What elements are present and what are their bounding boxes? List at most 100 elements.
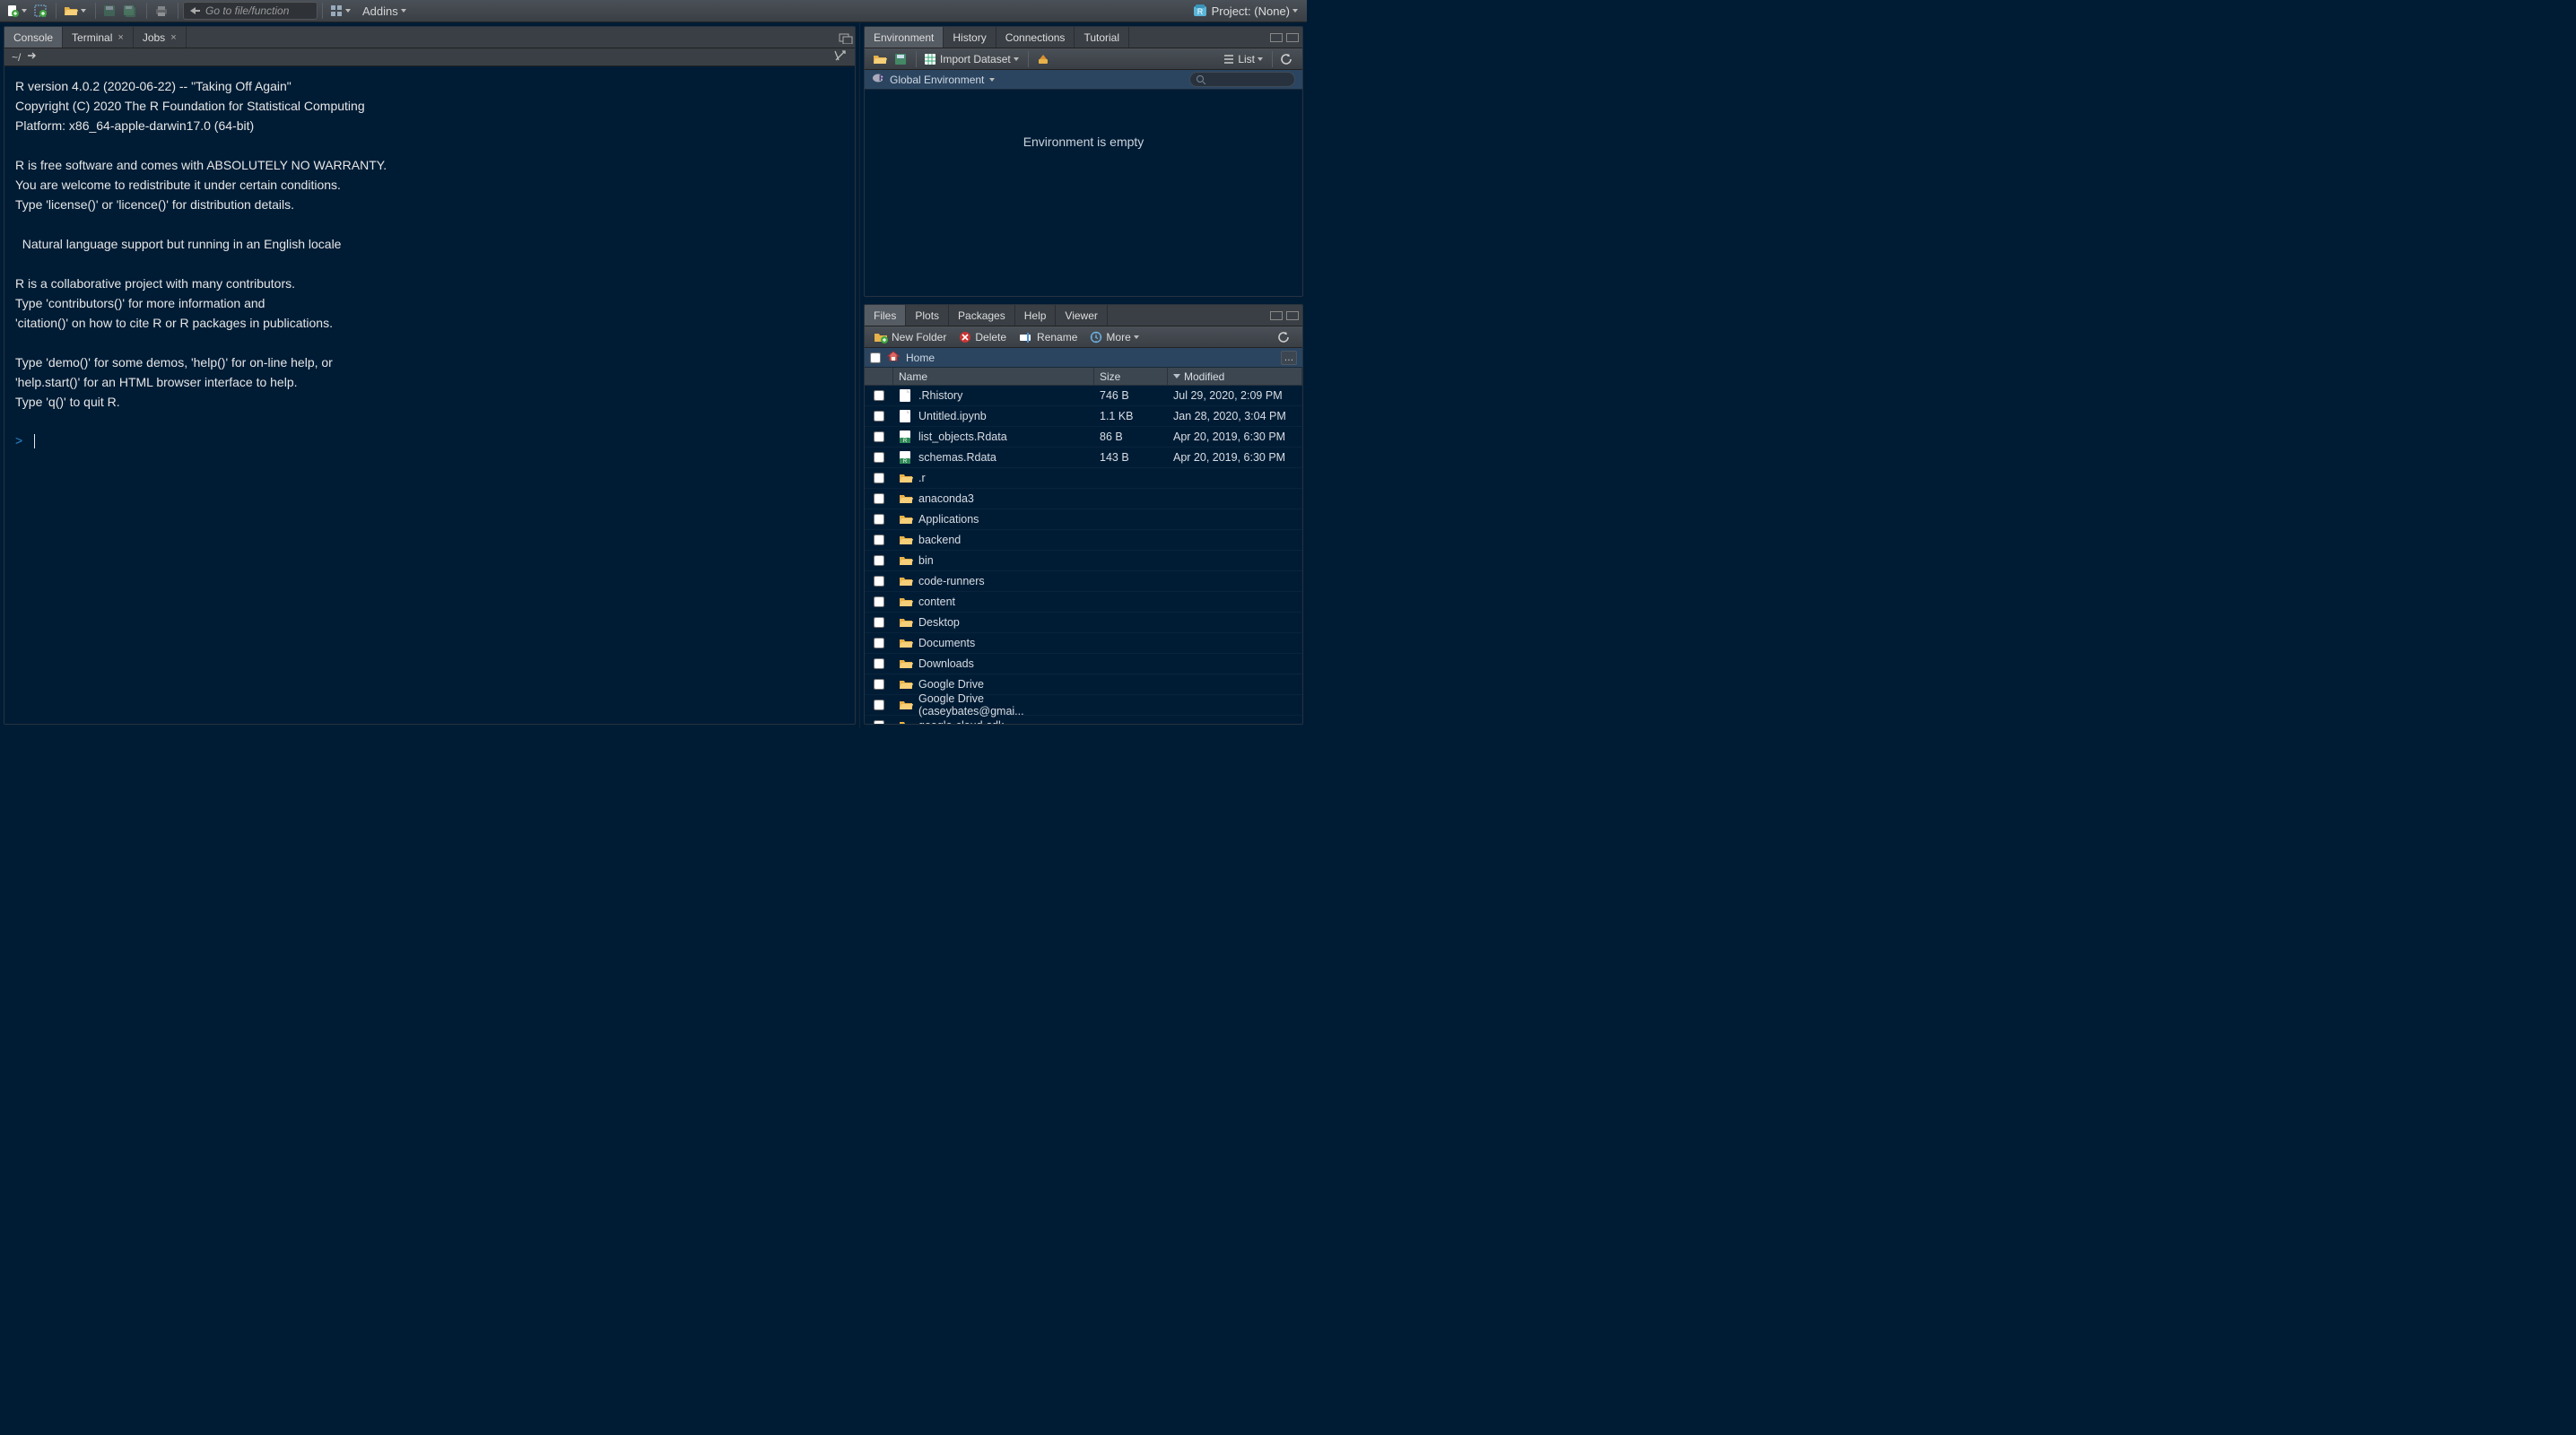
rename-button[interactable]: Rename <box>1014 328 1083 346</box>
breadcrumb-home[interactable]: Home <box>906 352 935 364</box>
file-checkbox[interactable] <box>874 679 884 690</box>
column-modified[interactable]: Modified <box>1168 368 1302 385</box>
close-tab-icon[interactable]: × <box>170 32 176 43</box>
save-all-button[interactable] <box>120 2 140 20</box>
file-row[interactable]: Rlist_objects.Rdata86 BApr 20, 2019, 6:3… <box>865 427 1302 448</box>
select-all-checkbox[interactable] <box>870 352 881 363</box>
file-row[interactable]: code-runners <box>865 571 1302 592</box>
file-checkbox[interactable] <box>874 720 884 724</box>
project-icon: R <box>1193 4 1207 18</box>
breadcrumb-more-button[interactable]: … <box>1281 351 1297 365</box>
delete-button[interactable]: Delete <box>953 328 1012 346</box>
files-tab-plots[interactable]: Plots <box>906 305 949 326</box>
file-row[interactable]: google-cloud-sdk <box>865 716 1302 724</box>
open-file-button[interactable] <box>61 2 89 20</box>
file-row[interactable]: .r <box>865 468 1302 489</box>
file-checkbox[interactable] <box>874 555 884 566</box>
project-menu[interactable]: R Project: (None) <box>1188 4 1303 18</box>
file-checkbox[interactable] <box>874 576 884 587</box>
home-icon[interactable] <box>886 350 901 365</box>
import-dataset-button[interactable]: Import Dataset <box>921 50 1022 68</box>
new-folder-button[interactable]: New Folder <box>868 328 952 346</box>
minimize-pane-icon[interactable] <box>1270 33 1283 42</box>
file-row[interactable]: bin <box>865 551 1302 571</box>
file-row[interactable]: backend <box>865 530 1302 551</box>
file-row[interactable]: content <box>865 592 1302 613</box>
addins-button[interactable]: Addins <box>355 2 413 20</box>
env-tab-environment[interactable]: Environment <box>865 27 944 48</box>
rename-label: Rename <box>1037 331 1077 344</box>
file-row[interactable]: Google Drive (caseybates@gmai... <box>865 695 1302 716</box>
list-view-button[interactable]: List <box>1221 50 1266 68</box>
file-checkbox[interactable] <box>874 514 884 525</box>
file-row[interactable]: anaconda3 <box>865 489 1302 509</box>
file-checkbox[interactable] <box>874 473 884 483</box>
file-checkbox[interactable] <box>874 452 884 463</box>
maximize-pane-icon[interactable] <box>1286 33 1299 42</box>
file-row[interactable]: Applications <box>865 509 1302 530</box>
file-row[interactable]: Desktop <box>865 613 1302 633</box>
file-checkbox[interactable] <box>874 535 884 545</box>
console-tab-jobs[interactable]: Jobs× <box>134 27 187 48</box>
console-output[interactable]: R version 4.0.2 (2020-06-22) -- "Taking … <box>4 66 855 724</box>
goto-dir-icon[interactable] <box>26 50 39 64</box>
column-name[interactable]: Name <box>893 368 1094 385</box>
file-row[interactable]: Rschemas.Rdata143 BApr 20, 2019, 6:30 PM <box>865 448 1302 468</box>
console-tab-console[interactable]: Console <box>4 27 63 48</box>
file-checkbox[interactable] <box>874 658 884 669</box>
files-toolbar: New Folder Delete Rename More <box>865 326 1302 348</box>
new-file-button[interactable] <box>4 2 30 20</box>
file-row[interactable]: .Rhistory746 BJul 29, 2020, 2:09 PM <box>865 386 1302 406</box>
console-working-dir: ~/ <box>12 51 21 64</box>
file-checkbox[interactable] <box>874 617 884 628</box>
folder-icon <box>899 595 913 609</box>
env-tab-tutorial[interactable]: Tutorial <box>1075 27 1129 48</box>
file-checkbox[interactable] <box>874 431 884 442</box>
more-button[interactable]: More <box>1084 328 1144 346</box>
save-workspace-button[interactable] <box>892 50 909 68</box>
folder-icon <box>899 553 913 568</box>
tools-grid-button[interactable] <box>327 2 353 20</box>
file-checkbox[interactable] <box>874 638 884 648</box>
file-size: 86 B <box>1100 430 1123 443</box>
goto-icon <box>189 5 200 16</box>
svg-text:R: R <box>1197 7 1203 16</box>
console-tab-terminal[interactable]: Terminal× <box>63 27 134 48</box>
new-project-button[interactable] <box>31 2 49 20</box>
goto-file-input[interactable]: Go to file/function <box>183 2 318 20</box>
env-search-input[interactable] <box>1189 72 1295 87</box>
file-list[interactable]: .Rhistory746 BJul 29, 2020, 2:09 PMUntit… <box>865 386 1302 724</box>
clear-workspace-button[interactable] <box>1033 50 1053 68</box>
file-checkbox[interactable] <box>874 411 884 422</box>
env-tab-connections[interactable]: Connections <box>996 27 1075 48</box>
file-checkbox[interactable] <box>874 700 884 710</box>
print-button[interactable] <box>152 2 171 20</box>
new-folder-label: New Folder <box>892 331 946 344</box>
save-button[interactable] <box>100 2 118 20</box>
file-checkbox[interactable] <box>874 596 884 607</box>
minimize-pane-icon[interactable] <box>1270 311 1283 320</box>
file-row[interactable]: Documents <box>865 633 1302 654</box>
env-scope-label[interactable]: Global Environment <box>890 74 984 86</box>
folder-icon <box>899 718 913 724</box>
env-tab-history[interactable]: History <box>944 27 996 48</box>
files-tab-viewer[interactable]: Viewer <box>1056 305 1107 326</box>
files-tab-files[interactable]: Files <box>865 305 906 326</box>
refresh-env-button[interactable] <box>1277 50 1295 68</box>
import-dataset-label: Import Dataset <box>940 53 1011 65</box>
clear-console-icon[interactable] <box>833 53 848 65</box>
r-logo-icon: R <box>872 72 890 87</box>
files-tab-help[interactable]: Help <box>1015 305 1057 326</box>
file-modified: Jan 28, 2020, 3:04 PM <box>1173 410 1286 422</box>
column-size[interactable]: Size <box>1094 368 1168 385</box>
close-tab-icon[interactable]: × <box>117 32 123 43</box>
maximize-pane-icon[interactable] <box>1286 311 1299 320</box>
new-window-icon[interactable] <box>839 33 851 42</box>
files-tab-packages[interactable]: Packages <box>949 305 1015 326</box>
file-checkbox[interactable] <box>874 390 884 401</box>
file-row[interactable]: Downloads <box>865 654 1302 674</box>
load-workspace-button[interactable] <box>870 50 890 68</box>
file-checkbox[interactable] <box>874 493 884 504</box>
refresh-files-button[interactable] <box>1272 328 1299 346</box>
file-row[interactable]: Untitled.ipynb1.1 KBJan 28, 2020, 3:04 P… <box>865 406 1302 427</box>
